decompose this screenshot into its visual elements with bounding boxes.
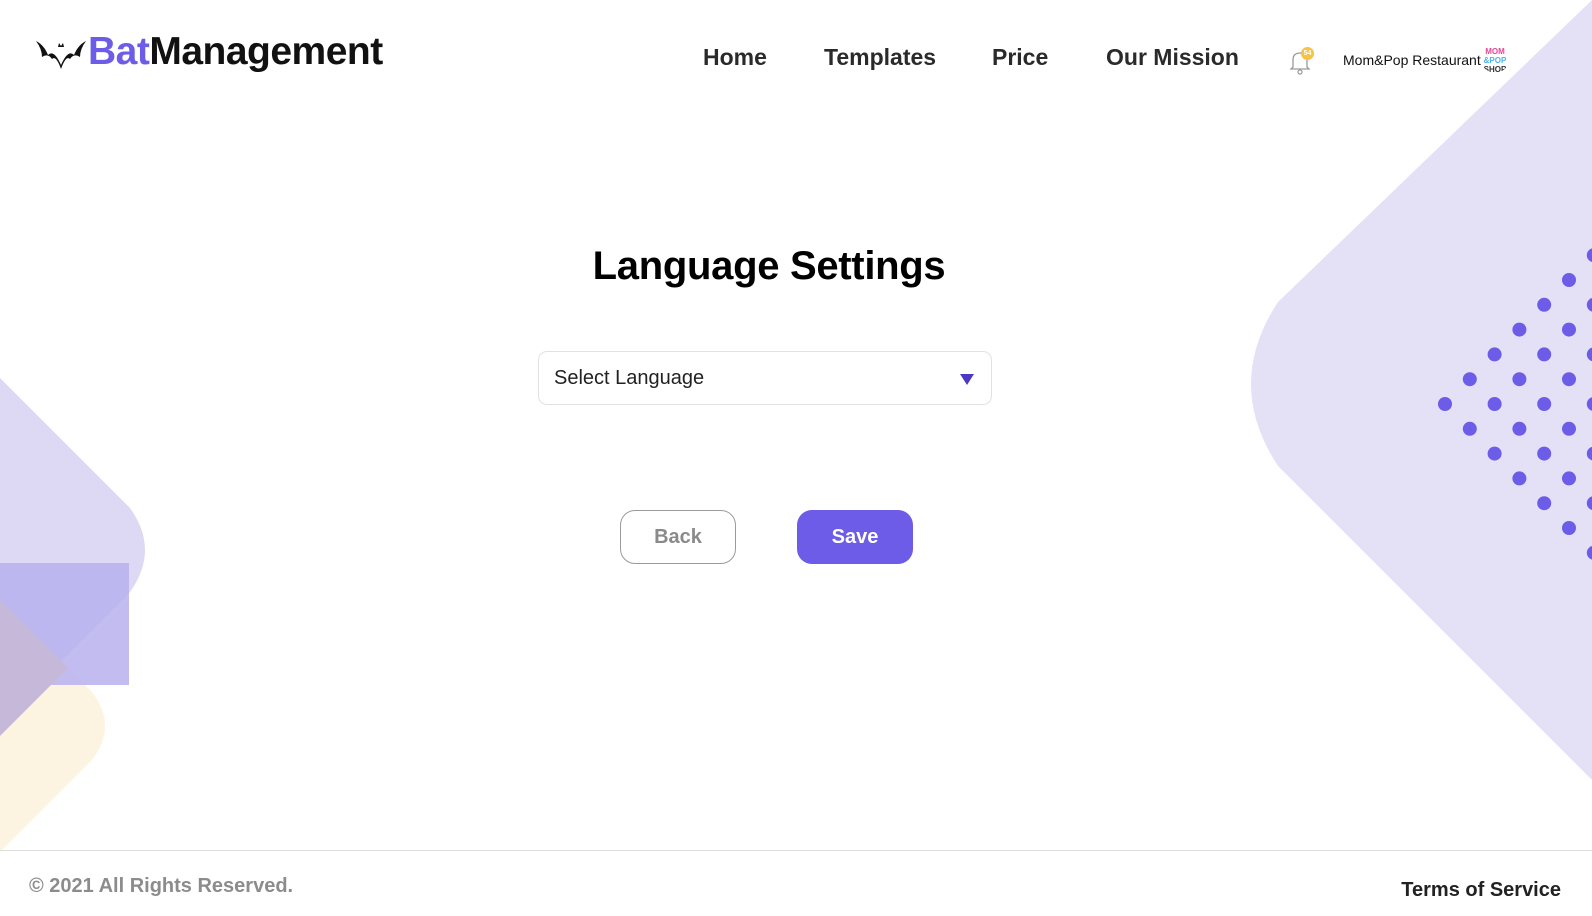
decorative-dot	[1537, 347, 1552, 362]
left-purple-square	[0, 563, 129, 685]
decorative-dot	[1512, 372, 1527, 387]
decorative-dot	[1487, 446, 1502, 461]
decorative-dot	[1586, 298, 1592, 312]
decorative-dot	[1438, 397, 1452, 411]
left-peach-shape	[0, 600, 105, 852]
decorative-dot	[1586, 446, 1592, 461]
copyright-text: © 2021 All Rights Reserved.	[29, 875, 294, 897]
language-select-placeholder: Select Language	[554, 367, 705, 389]
avatar-line-2: &POP	[1484, 56, 1507, 65]
decorative-dot	[1537, 297, 1552, 312]
account-name[interactable]: Mom&Pop Restaurant	[1343, 52, 1481, 68]
terms-of-service-link[interactable]: Terms of Service	[1401, 879, 1561, 902]
decorative-dot	[1537, 446, 1552, 461]
decorative-dot	[1462, 372, 1477, 387]
decorative-dot	[1487, 397, 1502, 411]
footer-divider	[0, 850, 1592, 851]
nav-our-mission[interactable]: Our Mission	[1106, 44, 1239, 71]
back-button[interactable]: Back	[620, 510, 736, 564]
dot-pattern	[1438, 248, 1592, 560]
decorative-dot	[1512, 471, 1527, 486]
decorative-dot	[1586, 248, 1592, 262]
decorative-dot	[1562, 372, 1576, 387]
decorative-dot	[1586, 347, 1592, 362]
decorative-dot	[1537, 397, 1552, 411]
decorative-dot	[1586, 496, 1592, 510]
nav-price[interactable]: Price	[992, 44, 1048, 71]
left-overlap-shape	[0, 600, 68, 736]
nav-templates[interactable]: Templates	[824, 44, 936, 71]
decorative-dot	[1562, 471, 1576, 486]
mom-pop-shop-logo: MOM &POP SHOP	[1484, 47, 1507, 73]
dropdown-triangle-icon	[960, 374, 974, 385]
left-lavender-shape	[0, 378, 145, 722]
decorative-dot	[1537, 496, 1552, 511]
decorative-dot	[1462, 421, 1477, 436]
decorative-dot	[1512, 322, 1527, 337]
decorative-dot	[1586, 397, 1592, 411]
avatar[interactable]: MOM &POP SHOP	[1481, 45, 1509, 73]
save-button[interactable]: Save	[797, 510, 913, 564]
decorative-dot	[1562, 421, 1576, 436]
notification-badge: 54	[1301, 47, 1314, 60]
background-decoration	[0, 0, 1592, 852]
decorative-dot	[1562, 273, 1576, 287]
decorative-dot	[1487, 347, 1502, 362]
language-select[interactable]: Select Language	[538, 351, 992, 405]
page-title: Language Settings	[592, 244, 946, 288]
nav-home[interactable]: Home	[703, 44, 767, 71]
decorative-dot	[1586, 546, 1592, 560]
decorative-dot	[1562, 322, 1576, 337]
decorative-dot	[1512, 421, 1527, 436]
right-lavender-shape	[1251, 0, 1592, 780]
avatar-line-1: MOM	[1485, 47, 1505, 56]
decorative-dot	[1562, 521, 1576, 535]
